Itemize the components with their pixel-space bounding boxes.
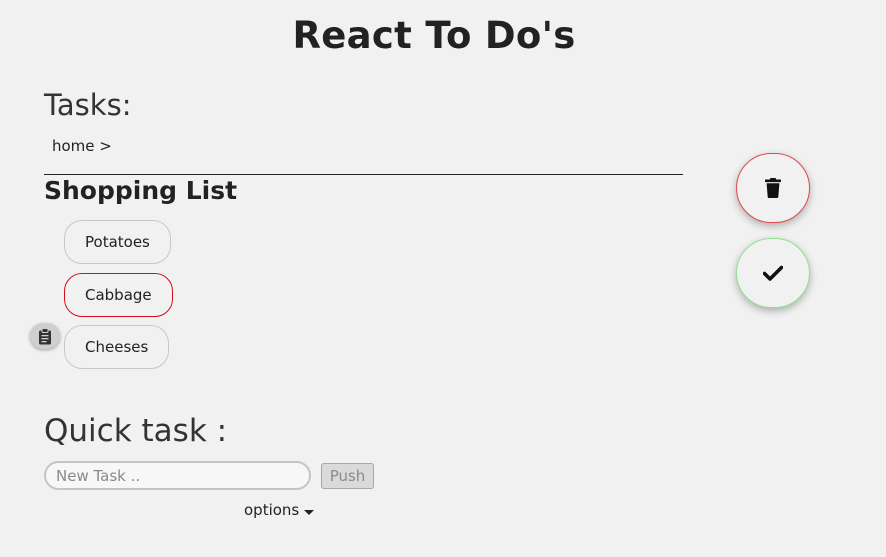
tasks-heading: Tasks: <box>44 88 132 122</box>
task-item-potatoes[interactable]: Potatoes <box>64 220 171 264</box>
clipboard-icon <box>39 327 51 344</box>
todo-app: React To Do's Tasks: home > Shopping Lis… <box>0 0 886 557</box>
task-item-cheeses[interactable]: Cheeses <box>64 325 170 369</box>
delete-button[interactable] <box>736 153 810 223</box>
caret-down-icon <box>304 509 315 515</box>
task-item-cabbage[interactable]: Cabbage <box>64 273 173 317</box>
options-dropdown[interactable]: options <box>244 501 315 519</box>
push-button[interactable]: Push <box>321 463 374 489</box>
trash-icon <box>765 178 781 198</box>
check-icon <box>763 265 783 281</box>
options-label: options <box>244 501 300 519</box>
new-task-input[interactable] <box>44 461 311 490</box>
divider <box>44 174 683 175</box>
complete-button[interactable] <box>736 238 810 308</box>
list-title: Shopping List <box>44 176 238 205</box>
quick-task-heading: Quick task : <box>44 413 228 449</box>
breadcrumb[interactable]: home > <box>52 137 112 155</box>
clipboard-button[interactable] <box>30 323 60 349</box>
app-title: React To Do's <box>292 14 576 57</box>
